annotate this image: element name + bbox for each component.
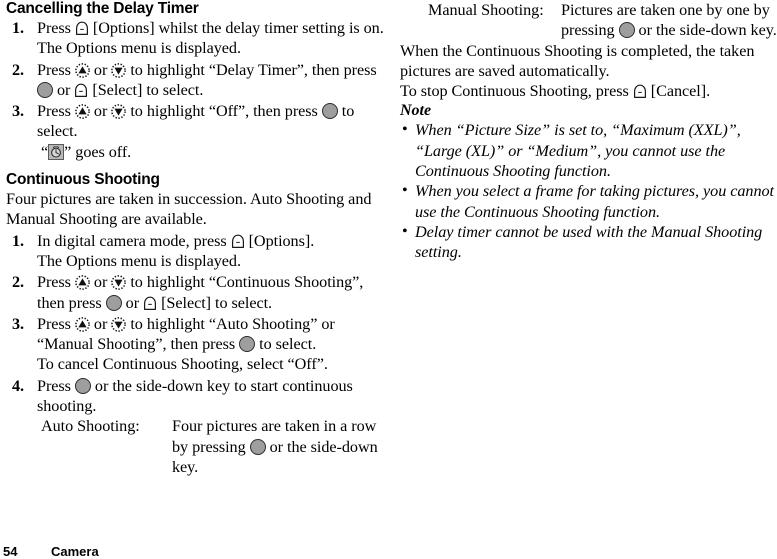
footer-page-number: 54 bbox=[3, 544, 18, 559]
step-item: 2. Press or to highlight “Delay Timer”, t… bbox=[6, 60, 387, 101]
note-item-text: When “Picture Size” is set to, “Maximum … bbox=[415, 121, 741, 181]
nav-up-key-icon bbox=[75, 317, 90, 332]
manual-page: Cancelling the Delay Timer 1. Press [Opti… bbox=[0, 0, 777, 559]
note-bullet: • bbox=[402, 221, 408, 240]
step-text: Press [Options] whilst the delay timer s… bbox=[37, 19, 384, 37]
step-item: 3. Press or to highlight “Auto Shooting” … bbox=[6, 314, 387, 375]
continuous-shooting-intro: Four pictures are taken in succession. A… bbox=[6, 190, 372, 229]
step-text: Press or to highlight “Auto Shooting” or… bbox=[37, 314, 335, 354]
step-number: 2. bbox=[12, 60, 25, 79]
nav-up-key-icon bbox=[75, 62, 90, 78]
step-subtext: The Options menu is displayed. bbox=[37, 251, 241, 270]
step-text: Press or to highlight “Continuous Shooti… bbox=[37, 273, 364, 312]
note-item: • When you select a frame for taking pict… bbox=[400, 181, 777, 222]
note-item: • Delay timer cannot be used with the Man… bbox=[400, 222, 777, 263]
center-select-key-icon bbox=[249, 438, 266, 455]
right-column: Manual Shooting: Pictures are taken one b… bbox=[400, 0, 777, 263]
center-select-key-icon bbox=[239, 336, 256, 353]
center-select-key-icon bbox=[321, 103, 338, 120]
footer-chapter-name: Camera bbox=[51, 544, 99, 559]
note-bullet: • bbox=[402, 120, 408, 139]
step-subtext: To cancel Continuous Shooting, select “O… bbox=[37, 355, 328, 374]
center-select-key-icon bbox=[618, 22, 635, 39]
left-column: Cancelling the Delay Timer 1. Press [Opti… bbox=[6, 0, 387, 477]
heading-cancelling-delay-timer: Cancelling the Delay Timer bbox=[6, 0, 199, 17]
delay-timer-indicator-icon bbox=[48, 143, 65, 160]
definition-description: Pictures are taken one by one by pressin… bbox=[561, 1, 777, 40]
note-list: • When “Picture Size” is set to, “Maximum… bbox=[400, 120, 777, 262]
softkey-icon bbox=[75, 21, 89, 36]
body-paragraph: When the Continuous Shooting is complete… bbox=[400, 41, 755, 80]
step-number: 3. bbox=[12, 102, 25, 121]
step-subtext: The Options menu is displayed. bbox=[37, 39, 241, 58]
right-paragraphs: When the Continuous Shooting is complete… bbox=[400, 41, 777, 102]
center-select-key-icon bbox=[74, 377, 91, 394]
softkey-icon bbox=[231, 234, 245, 249]
step-number: 1. bbox=[12, 19, 25, 37]
step-number: 1. bbox=[12, 231, 25, 250]
step-indicator-note: “” goes off. bbox=[41, 142, 132, 161]
definition-description: Four pictures are taken in a row by pres… bbox=[172, 417, 378, 476]
nav-down-key-icon bbox=[111, 104, 127, 120]
steps-cancelling-delay-timer: 1. Press [Options] whilst the delay timer… bbox=[6, 18, 387, 162]
definition-manual-shooting: Manual Shooting: Pictures are taken one b… bbox=[400, 0, 777, 41]
step-item: 2. Press or to highlight “Continuous Shoo… bbox=[6, 272, 387, 313]
step-item: 1. Press [Options] whilst the delay timer… bbox=[6, 18, 387, 59]
step-text: In digital camera mode, press [Options]. bbox=[37, 231, 315, 250]
definition-term: Auto Shooting: bbox=[41, 417, 140, 436]
step-item: 3. Press or to highlight “Off”, then pres… bbox=[6, 101, 387, 162]
heading-continuous-shooting: Continuous Shooting bbox=[6, 171, 160, 189]
definition-auto-shooting: Auto Shooting: Four pictures are taken in… bbox=[6, 416, 387, 477]
nav-down-key-icon bbox=[111, 275, 127, 291]
softkey-icon bbox=[143, 296, 157, 311]
center-select-key-icon bbox=[105, 294, 122, 311]
note-bullet: • bbox=[402, 181, 408, 200]
note-item-text: Delay timer cannot be used with the Manu… bbox=[415, 222, 763, 262]
step-number: 4. bbox=[12, 376, 25, 395]
note-item-text: When you select a frame for taking pictu… bbox=[415, 182, 774, 221]
definition-term: Manual Shooting: bbox=[428, 1, 544, 19]
nav-up-key-icon bbox=[75, 275, 90, 291]
step-item: 1. In digital camera mode, press [Options… bbox=[6, 231, 387, 272]
softkey-icon bbox=[74, 83, 88, 98]
nav-down-key-icon bbox=[111, 62, 127, 78]
step-number: 2. bbox=[12, 273, 25, 292]
step-item: 4. Press or the side-down key to start co… bbox=[6, 376, 387, 417]
step-number: 3. bbox=[12, 314, 25, 333]
nav-up-key-icon bbox=[75, 104, 90, 120]
step-text: Press or to highlight “Off”, then press … bbox=[37, 102, 355, 141]
step-text: Press or the side-down key to start cont… bbox=[37, 376, 353, 416]
nav-down-key-icon bbox=[111, 317, 127, 332]
softkey-icon bbox=[633, 84, 647, 99]
body-paragraph: To stop Continuous Shooting, press [Canc… bbox=[400, 82, 711, 101]
steps-continuous-shooting: 1. In digital camera mode, press [Options… bbox=[6, 231, 387, 417]
center-select-key-icon bbox=[37, 81, 53, 98]
note-item: • When “Picture Size” is set to, “Maximum… bbox=[400, 120, 777, 181]
step-text: Press or to highlight “Delay Timer”, the… bbox=[37, 60, 377, 99]
note-title: Note bbox=[400, 102, 432, 120]
